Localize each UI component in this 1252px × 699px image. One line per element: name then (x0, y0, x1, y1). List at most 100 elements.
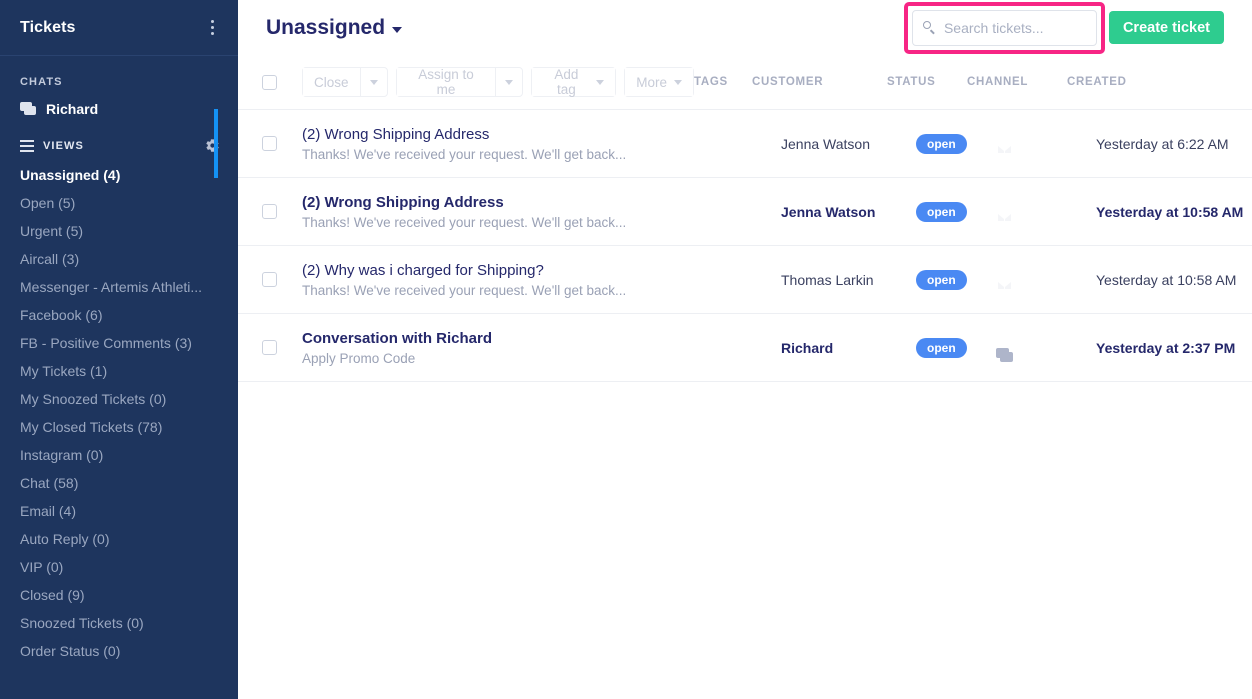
sidebar-view-item[interactable]: FB - Positive Comments (3) (0, 329, 238, 357)
column-headers: TAGS CUSTOMER STATUS CHANNEL CREATED (694, 76, 1252, 88)
ticket-customer: Richard (781, 339, 834, 356)
views-section-header: VIEWS (0, 124, 238, 161)
add-tag-button-group: Add tag (531, 67, 617, 97)
sidebar-view-item[interactable]: VIP (0) (0, 553, 238, 581)
column-header-created: CREATED (1067, 76, 1127, 88)
ticket-summary: (2) Wrong Shipping Address Thanks! We've … (302, 126, 723, 162)
sidebar-view-item[interactable]: My Closed Tickets (78) (0, 413, 238, 441)
ticket-row[interactable]: (2) Why was i charged for Shipping? Thank… (238, 246, 1252, 314)
ticket-row[interactable]: (2) Wrong Shipping Address Thanks! We've … (214, 109, 1252, 178)
views-list: Unassigned (4) Open (5) Urgent (5) Aircall … (0, 161, 238, 665)
chat-icon (20, 102, 36, 116)
list-icon (20, 139, 34, 152)
ticket-preview: Thanks! We've received your request. We'… (302, 146, 627, 162)
ticket-customer: Jenna Watson (781, 203, 876, 220)
sidebar-view-item[interactable]: Closed (9) (0, 581, 238, 609)
search-highlight (903, 1, 1105, 54)
ticket-created: Yesterday at 6:22 AM (1096, 135, 1229, 152)
search-box[interactable] (911, 9, 1097, 46)
sidebar-title: Tickets (20, 18, 76, 36)
sidebar-view-item[interactable]: Chat (58) (0, 469, 238, 497)
assign-to-me-button[interactable]: Assign to me (396, 67, 496, 97)
add-tag-label: Add tag (554, 67, 579, 97)
views-section-label: VIEWS (43, 139, 84, 152)
sidebar-view-item[interactable]: Instagram (0) (0, 441, 238, 469)
close-button-group: Close (302, 67, 388, 97)
chats-section-label: CHATS (20, 76, 63, 88)
sidebar-view-item[interactable]: Unassigned (4) (0, 161, 238, 189)
close-caret-down-icon[interactable] (361, 68, 387, 96)
ticket-app: Tickets CHATS Richard VIEWS Unassigned (… (0, 0, 1252, 699)
main-panel: Unassigned Create ticket Close (214, 0, 1252, 699)
sidebar-chat-label: Richard (46, 101, 99, 117)
addtag-caret-down-icon (596, 79, 605, 85)
ticket-row[interactable]: Conversation with Richard Apply Promo Cod… (238, 314, 1252, 382)
ticket-customer: Thomas Larkin (781, 271, 874, 288)
sidebar-view-item[interactable]: Auto Reply (0) (0, 525, 238, 553)
close-button[interactable]: Close (303, 68, 360, 96)
sidebar-view-item[interactable]: Aircall (3) (0, 245, 238, 273)
sidebar-view-item[interactable]: Order Status (0) (0, 637, 238, 665)
top-bar-actions: Create ticket (903, 1, 1224, 54)
ticket-list: (2) Wrong Shipping Address Thanks! We've … (214, 109, 1252, 382)
ticket-status-cell: open (916, 269, 996, 290)
more-vertical-icon[interactable] (205, 16, 220, 39)
ticket-row-checkbox[interactable] (262, 272, 277, 287)
ticket-preview: Thanks! We've received your request. We'… (302, 214, 627, 230)
sidebar-view-item[interactable]: Facebook (6) (0, 301, 238, 329)
ticket-row-checkbox[interactable] (262, 340, 277, 355)
ticket-row-checkbox[interactable] (262, 204, 277, 219)
more-button[interactable]: More (625, 68, 693, 96)
sidebar-header: Tickets (0, 0, 238, 56)
top-bar: Unassigned Create ticket (238, 0, 1252, 55)
ticket-summary: (2) Wrong Shipping Address Thanks! We've … (302, 194, 723, 230)
status-badge: open (916, 337, 967, 358)
list-toolbar: Close Assign to me Add tag More TAGS CUS… (238, 55, 1252, 110)
sidebar-view-item[interactable]: My Tickets (1) (0, 357, 238, 385)
sidebar: Tickets CHATS Richard VIEWS Unassigned (… (0, 0, 238, 699)
ticket-row-checkbox[interactable] (262, 136, 277, 151)
select-all-checkbox[interactable] (262, 74, 277, 90)
status-badge: open (916, 269, 967, 290)
ticket-customer: Jenna Watson (781, 135, 870, 152)
status-badge: open (916, 133, 967, 154)
ticket-subject: (2) Wrong Shipping Address (302, 193, 504, 211)
sidebar-view-item[interactable]: My Snoozed Tickets (0) (0, 385, 238, 413)
search-input[interactable] (943, 19, 1084, 36)
ticket-created: Yesterday at 10:58 AM (1096, 271, 1237, 288)
ticket-preview: Thanks! We've received your request. We'… (302, 282, 627, 298)
ticket-subject: Conversation with Richard (302, 329, 493, 347)
sidebar-view-item[interactable]: Urgent (5) (0, 217, 238, 245)
ticket-summary: (2) Why was i charged for Shipping? Thank… (302, 262, 723, 298)
ticket-created: Yesterday at 2:37 PM (1096, 339, 1236, 356)
view-title-text: Unassigned (266, 15, 386, 39)
sidebar-view-item[interactable]: Snoozed Tickets (0) (0, 609, 238, 637)
ticket-preview: Apply Promo Code (302, 350, 416, 366)
sidebar-chat-item[interactable]: Richard (0, 94, 238, 124)
column-header-customer: CUSTOMER (752, 76, 824, 88)
more-caret-down-icon (674, 79, 682, 85)
ticket-row[interactable]: (2) Wrong Shipping Address Thanks! We've … (238, 178, 1252, 246)
assign-button-group: Assign to me (395, 67, 524, 97)
add-tag-button[interactable]: Add tag (532, 67, 616, 97)
chat-list: Richard (0, 94, 238, 124)
sidebar-view-item[interactable]: Messenger - Artemis Athleti... (0, 273, 238, 301)
chevron-down-icon (392, 26, 403, 33)
assign-caret-down-icon[interactable] (496, 68, 522, 96)
ticket-status-cell: open (916, 337, 996, 358)
create-ticket-button[interactable]: Create ticket (1108, 11, 1224, 44)
sidebar-view-item[interactable]: Open (5) (0, 189, 238, 217)
search-icon (922, 21, 936, 35)
column-header-channel: CHANNEL (967, 76, 1029, 88)
ticket-status-cell: open (916, 133, 996, 154)
ticket-subject: (2) Wrong Shipping Address (302, 125, 490, 143)
sidebar-view-item[interactable]: Email (4) (0, 497, 238, 525)
column-header-status: STATUS (887, 76, 936, 88)
ticket-subject: (2) Why was i charged for Shipping? (302, 261, 544, 279)
ticket-status-cell: open (916, 201, 996, 222)
bulk-actions: Close Assign to me Add tag More (302, 67, 694, 97)
view-title-dropdown[interactable]: Unassigned (266, 15, 403, 40)
status-badge: open (916, 201, 967, 222)
more-button-group: More (624, 67, 694, 97)
ticket-created: Yesterday at 10:58 AM (1096, 203, 1244, 220)
